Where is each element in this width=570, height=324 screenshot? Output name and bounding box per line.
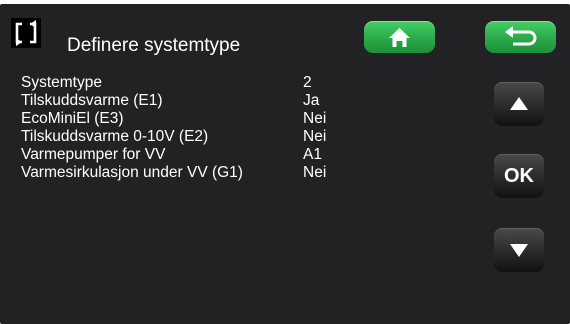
- home-button[interactable]: [364, 21, 435, 53]
- setting-row-ecominiel-e3[interactable]: EcoMiniEl (E3) Nei: [21, 110, 361, 128]
- setting-row-tilskuddsvarme-e2[interactable]: Tilskuddsvarme 0-10V (E2) Nei: [21, 128, 361, 146]
- setting-value: Ja: [303, 92, 320, 109]
- setting-row-varmepumper-vv[interactable]: Varmepumper for VV A1: [21, 146, 361, 164]
- ok-label: OK: [504, 165, 534, 187]
- up-button[interactable]: [494, 82, 544, 126]
- setting-value: A1: [303, 146, 322, 163]
- home-icon: [389, 28, 410, 47]
- back-arrow-icon: [505, 26, 537, 46]
- setting-label: Tilskuddsvarme (E1): [21, 92, 163, 109]
- setting-value: Nei: [303, 128, 327, 145]
- setting-label: Tilskuddsvarme 0-10V (E2): [21, 128, 209, 145]
- display-screen: Definere systemtype Systemtype 2 Tilskud…: [0, 4, 570, 324]
- settings-list: Systemtype 2 Tilskuddsvarme (E1) Ja EcoM…: [21, 74, 361, 182]
- setting-row-systemtype[interactable]: Systemtype 2: [21, 74, 361, 92]
- back-button[interactable]: [485, 21, 556, 53]
- down-triangle-icon: [510, 244, 528, 257]
- setting-label: EcoMiniEl (E3): [21, 110, 124, 127]
- setting-label: Varmepumper for VV: [21, 146, 166, 163]
- down-button[interactable]: [494, 228, 544, 272]
- screen-toggle-icon[interactable]: [11, 18, 41, 48]
- setting-value: 2: [303, 74, 312, 91]
- up-triangle-icon: [510, 97, 528, 110]
- setting-value: Nei: [303, 164, 327, 181]
- ok-button[interactable]: OK: [494, 154, 544, 198]
- setting-row-tilskuddsvarme-e1[interactable]: Tilskuddsvarme (E1) Ja: [21, 92, 361, 110]
- setting-row-varmesirkulasjon-g1[interactable]: Varmesirkulasjon under VV (G1) Nei: [21, 164, 361, 182]
- setting-label: Systemtype: [21, 74, 102, 91]
- setting-label: Varmesirkulasjon under VV (G1): [21, 164, 243, 181]
- setting-value: Nei: [303, 110, 327, 127]
- page-title: Definere systemtype: [67, 35, 241, 56]
